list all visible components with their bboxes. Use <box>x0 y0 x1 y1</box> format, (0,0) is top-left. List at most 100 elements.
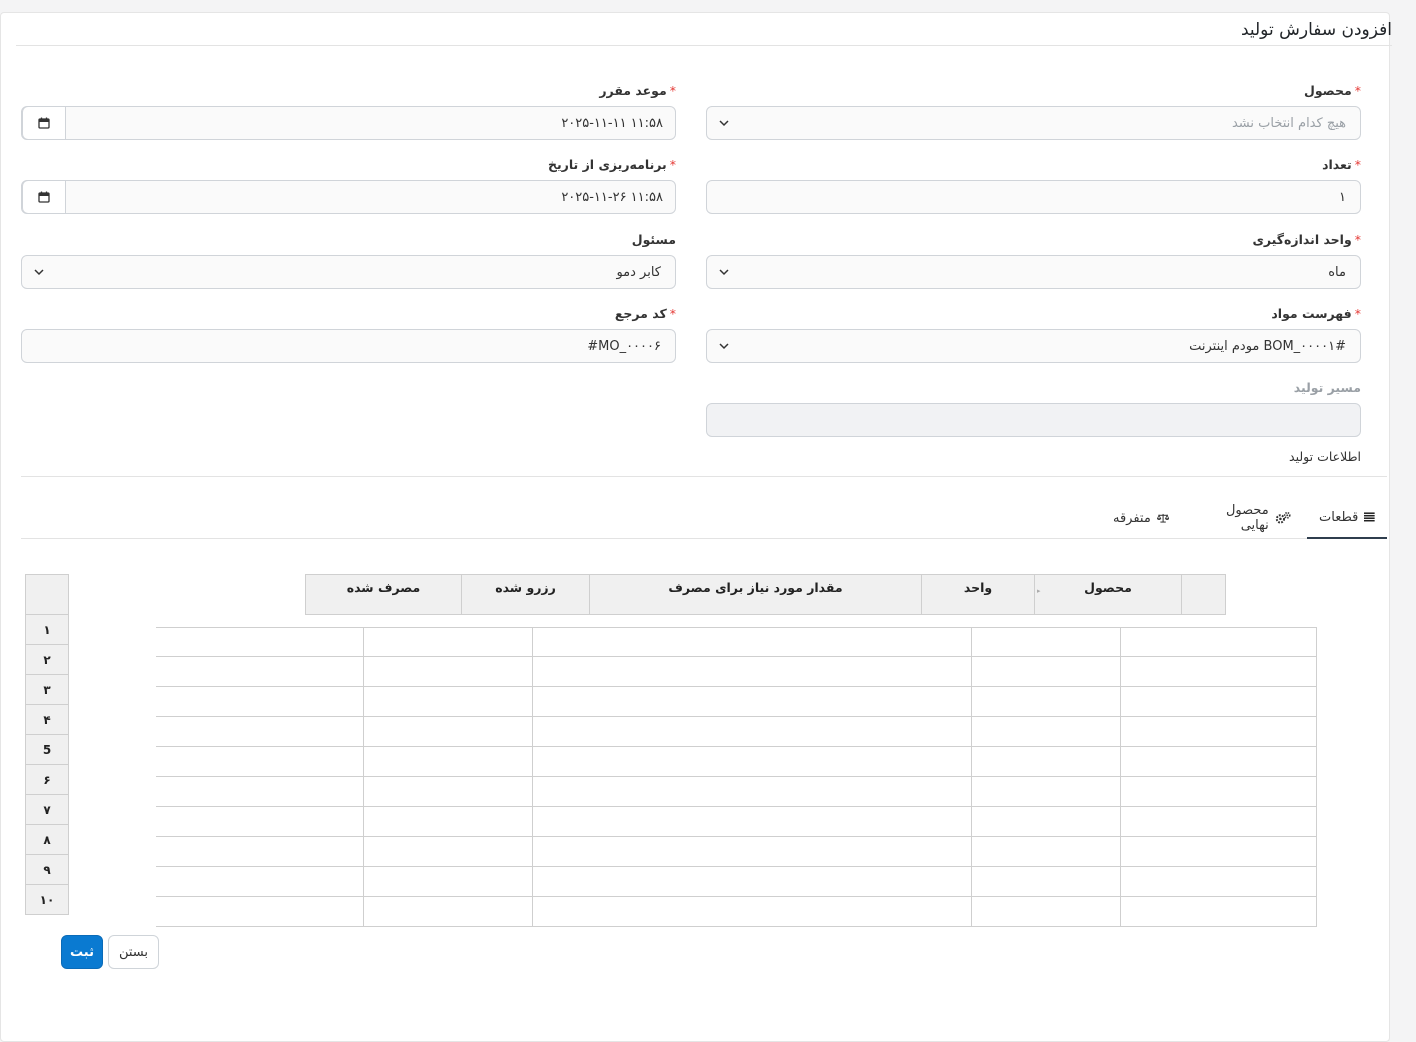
column-header-reserved[interactable]: رزرو شده <box>461 574 590 615</box>
row-number: ۸ <box>25 825 69 855</box>
product-field: *محصول هیچ کدام انتخاب نشد <box>706 83 1361 140</box>
submit-button[interactable]: ثبت <box>61 935 103 969</box>
table-cell[interactable] <box>364 807 533 837</box>
section-divider <box>21 476 1387 477</box>
row-number: ۷ <box>25 795 69 825</box>
product-select[interactable]: هیچ کدام انتخاب نشد <box>706 106 1361 140</box>
row-number-header <box>25 574 69 615</box>
column-header-unit[interactable]: واحد <box>921 574 1035 615</box>
column-header-consumed[interactable]: مصرف شده <box>305 574 462 615</box>
table-cell[interactable] <box>364 837 533 867</box>
table-cell[interactable] <box>364 687 533 717</box>
uom-value: ماه <box>1328 264 1346 280</box>
column-header-label: واحد <box>963 580 993 595</box>
table-cell[interactable] <box>1121 837 1317 867</box>
tab-finished-product[interactable]: محصول نهایی <box>1189 497 1303 539</box>
table-cell[interactable] <box>156 687 364 717</box>
row-number: ۹ <box>25 855 69 885</box>
table-cell[interactable] <box>533 837 972 867</box>
uom-label: *واحد اندازه‌گیری <box>1252 232 1361 247</box>
deadline-input[interactable]: ۲۰۲۵-۱۱-۱۱ ۱۱:۵۸ <box>21 106 676 140</box>
tab-components[interactable]: قطعات <box>1307 497 1387 539</box>
quantity-field: *تعداد ۱ <box>706 157 1361 214</box>
quantity-label: *تعداد <box>1322 157 1361 172</box>
table-cell[interactable] <box>533 897 972 927</box>
table-cell[interactable] <box>364 627 533 657</box>
table-cell[interactable] <box>1121 747 1317 777</box>
table-cell[interactable] <box>364 867 533 897</box>
required-mark: * <box>1354 157 1361 172</box>
table-cell[interactable] <box>156 657 364 687</box>
table-cell[interactable] <box>156 627 364 657</box>
quantity-value: ۱ <box>1339 189 1346 205</box>
table-cell[interactable] <box>533 867 972 897</box>
table-cell[interactable] <box>364 747 533 777</box>
table-cell[interactable] <box>533 717 972 747</box>
table-cell[interactable] <box>364 717 533 747</box>
column-header-label: مصرف شده <box>346 580 421 595</box>
column-header-label: رزرو شده <box>495 580 556 595</box>
close-button[interactable]: بستن <box>108 935 159 969</box>
table-cell[interactable] <box>156 837 364 867</box>
table-cell[interactable] <box>156 897 364 927</box>
scale-icon <box>1156 513 1169 523</box>
row-number: 5 <box>25 735 69 765</box>
tab-bar: قطعات محصول نهایی متفرقه <box>21 497 1387 539</box>
product-label: *محصول <box>1304 83 1361 98</box>
bom-select[interactable]: #BOM_۰۰۰۰۱ مودم اینترنت <box>706 329 1361 363</box>
deadline-label: *موعد مقرر <box>599 83 676 98</box>
table-cell[interactable] <box>972 807 1121 837</box>
table-cell[interactable] <box>533 687 972 717</box>
quantity-input[interactable]: ۱ <box>706 180 1361 214</box>
row-number: ۴ <box>25 705 69 735</box>
uom-select[interactable]: ماه <box>706 255 1361 289</box>
table-cell[interactable] <box>972 777 1121 807</box>
table-cell[interactable] <box>1121 777 1317 807</box>
table-cell[interactable] <box>972 717 1121 747</box>
column-header-required-qty[interactable]: مقدار مورد نیاز برای مصرف <box>589 574 922 615</box>
table-cell[interactable] <box>156 807 364 837</box>
table-cell[interactable] <box>1121 657 1317 687</box>
tab-misc[interactable]: متفرقه <box>1101 497 1181 539</box>
schedule-from-value: ۲۰۲۵-۱۱-۲۶ ۱۱:۵۸ <box>561 189 663 205</box>
schedule-calendar-button[interactable] <box>22 180 66 214</box>
table-cell[interactable] <box>533 747 972 777</box>
table-cell[interactable] <box>1121 897 1317 927</box>
table-cell[interactable] <box>533 807 972 837</box>
table-cell[interactable] <box>364 657 533 687</box>
table-cell[interactable] <box>156 867 364 897</box>
table-cell[interactable] <box>972 867 1121 897</box>
routing-label: مسیر تولید <box>1293 380 1361 395</box>
table-cell[interactable] <box>1121 627 1317 657</box>
calendar-icon <box>38 117 50 129</box>
table-cell[interactable] <box>156 747 364 777</box>
reference-input[interactable]: #MO_۰۰۰۰۶ <box>21 329 676 363</box>
table-cell[interactable] <box>972 657 1121 687</box>
routing-field: مسیر تولید <box>706 380 1361 437</box>
column-header-product[interactable]: محصول ▸ <box>1034 574 1182 615</box>
routing-input[interactable] <box>706 403 1361 437</box>
table-cell[interactable] <box>364 897 533 927</box>
table-cell[interactable] <box>972 627 1121 657</box>
table-cell[interactable] <box>156 717 364 747</box>
row-number: ۳ <box>25 675 69 705</box>
table-cell[interactable] <box>1121 867 1317 897</box>
table-cell[interactable] <box>533 627 972 657</box>
table-cell[interactable] <box>1121 807 1317 837</box>
required-mark: * <box>669 83 676 98</box>
table-cell[interactable] <box>972 837 1121 867</box>
caret-right-icon: ▸ <box>1037 587 1041 595</box>
deadline-calendar-button[interactable] <box>22 106 66 140</box>
table-cell[interactable] <box>1121 687 1317 717</box>
schedule-from-input[interactable]: ۲۰۲۵-۱۱-۲۶ ۱۱:۵۸ <box>21 180 676 214</box>
chevron-down-icon <box>717 265 731 279</box>
table-cell[interactable] <box>364 777 533 807</box>
responsible-select[interactable]: کابر دمو <box>21 255 676 289</box>
table-cell[interactable] <box>972 747 1121 777</box>
table-cell[interactable] <box>533 657 972 687</box>
table-cell[interactable] <box>972 897 1121 927</box>
table-cell[interactable] <box>156 777 364 807</box>
table-cell[interactable] <box>1121 717 1317 747</box>
table-cell[interactable] <box>533 777 972 807</box>
table-cell[interactable] <box>972 687 1121 717</box>
